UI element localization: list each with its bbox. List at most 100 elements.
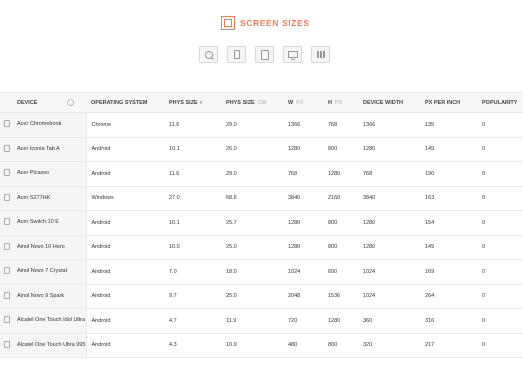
column-header-device-width[interactable]: DEVICE WIDTH	[358, 92, 420, 113]
table-cell: 29.0	[221, 112, 283, 138]
table-cell: 163	[420, 186, 477, 211]
table-row[interactable]: Alcatel One Touch Ultra 995 Android 4.3 10.…	[0, 333, 523, 358]
table-cell: 0	[477, 308, 523, 334]
device-icon	[4, 267, 10, 274]
table-cell: 7.0	[164, 259, 221, 285]
table-cell: 800	[323, 137, 358, 162]
device-name: Alcatel One Touch Idol Ultra	[17, 317, 86, 324]
table-cell: Android	[86, 308, 164, 334]
table-cell: 10.0	[164, 235, 221, 260]
table-cell: Android	[86, 210, 164, 236]
device-cell: Acer Chromebook	[0, 112, 87, 138]
device-cell: Acer S277HK	[0, 186, 87, 211]
table-cell: 9.7	[164, 284, 221, 309]
table-row[interactable]: Ainol Novo 9 Spark Android 9.7 25.0 2048 1536…	[0, 284, 523, 309]
device-cell: Acer Iconia Tab A	[0, 137, 87, 162]
table-cell: 25.0	[221, 235, 283, 260]
table-row[interactable]: Acer S277HK Windows 27.0 68.6 3840 2160 3840 16…	[0, 186, 523, 211]
table-cell: 360	[358, 308, 420, 334]
table-row[interactable]: Acer Picasso Android 11.6 29.0 768 1280 768 190…	[0, 161, 523, 187]
table-cell: 18.0	[221, 259, 283, 285]
table-cell: 154	[420, 210, 477, 236]
table-cell: 480	[283, 333, 323, 358]
table-cell: 190	[420, 161, 477, 187]
table-cell: 768	[283, 161, 323, 187]
table-cell: 11.9	[221, 308, 283, 334]
table-cell: 169	[420, 259, 477, 285]
sort-arrow-icon: ▾	[199, 99, 203, 106]
device-icon	[4, 218, 10, 225]
tablet-filter-button[interactable]	[255, 46, 274, 63]
table-cell: 26.0	[221, 137, 283, 162]
table-cell: 3840	[358, 186, 420, 211]
table-cell: Android	[86, 235, 164, 260]
device-cell: Ainol Novo 9 Spark	[0, 284, 87, 309]
column-header-ppi[interactable]: PX PER INCH	[420, 92, 477, 113]
device-name: Ainol Novo 7 Crystal	[17, 268, 67, 275]
column-header-phys-size-cm[interactable]: PHYS SIZE CM	[221, 92, 283, 113]
column-header-popularity[interactable]: POPULARITY	[477, 92, 523, 113]
table-cell: 4.7	[164, 308, 221, 334]
device-name: Alcatel One Touch Ultra 995	[17, 341, 86, 348]
table-cell: 1280	[358, 137, 420, 162]
device-name: Acer S277HK	[17, 194, 51, 201]
table-row[interactable]: Alcatel One Touch Idol Ultra Android 4.7 11…	[0, 308, 523, 334]
column-header-device[interactable]: DEVICE	[0, 92, 86, 113]
table-cell: 800	[323, 333, 358, 358]
device-cell: Acer Switch 10 E	[0, 210, 87, 236]
table-cell: Chrome	[86, 112, 164, 138]
table-cell: 25.7	[221, 210, 283, 236]
page-header: SCREEN SIZES	[0, 0, 523, 92]
table-cell: 29.0	[221, 161, 283, 187]
table-cell: 0	[477, 161, 523, 187]
table-cell: 1536	[323, 284, 358, 309]
device-cell: Ainol Novo 10 Hero	[0, 235, 87, 260]
table-cell: 25.0	[221, 284, 283, 309]
table-cell: Android	[86, 137, 164, 162]
table-cell: 0	[477, 186, 523, 211]
column-header-height-px[interactable]: H PX	[323, 92, 358, 113]
device-name: Acer Chromebook	[17, 121, 62, 128]
device-icon	[4, 120, 10, 127]
table-cell: 0	[477, 112, 523, 138]
sort-icon[interactable]	[67, 99, 75, 106]
table-cell: 11.6	[164, 112, 221, 138]
device-cell: Alcatel One Touch Ultra 995	[0, 333, 87, 358]
table-row[interactable]: Acer Iconia Tab A Android 10.1 26.0 1280 800 1…	[0, 137, 523, 162]
desktop-filter-button[interactable]	[283, 46, 302, 63]
table-cell: 800	[323, 235, 358, 260]
table-row[interactable]: Acer Switch 10 E Android 10.1 25.7 1280 800 12…	[0, 210, 523, 236]
table-cell: 11.6	[164, 161, 221, 187]
search-filter-button[interactable]	[199, 46, 218, 63]
table-cell: 264	[420, 284, 477, 309]
table-cell: Android	[86, 333, 164, 358]
table-cell: 800	[323, 210, 358, 236]
device-name: Acer Switch 10 E	[17, 219, 59, 226]
device-name: Acer Picasso	[17, 170, 50, 177]
column-header-os[interactable]: OPERATING SYSTEM	[86, 92, 164, 113]
table-cell: 1280	[283, 137, 323, 162]
table-cell: 10.9	[221, 333, 283, 358]
table-cell: 1280	[283, 210, 323, 236]
device-icon	[4, 340, 10, 348]
table-cell: 0	[477, 137, 523, 162]
all-filter-button[interactable]	[311, 46, 330, 63]
table-row[interactable]: Ainol Novo 7 Crystal Android 7.0 18.0 1024 60…	[0, 259, 523, 285]
device-name: Acer Iconia Tab A	[17, 145, 60, 152]
device-filter-bar	[199, 46, 330, 63]
device-name: Ainol Novo 9 Spark	[17, 292, 65, 299]
device-icon	[4, 316, 10, 323]
column-header-width-px[interactable]: W PX	[283, 92, 323, 113]
table-cell: 1280	[358, 210, 420, 236]
phone-filter-button[interactable]	[227, 46, 246, 63]
table-cell: 1280	[358, 235, 420, 260]
column-header-phys-size-in[interactable]: PHYS SIZE ▾	[164, 92, 221, 113]
table-row[interactable]: Ainol Novo 10 Hero Android 10.0 25.0 1280 800…	[0, 235, 523, 260]
table-cell: 1280	[323, 161, 358, 187]
device-cell: Alcatel One Touch Idol Ultra	[0, 308, 87, 334]
device-name: Ainol Novo 10 Hero	[17, 243, 65, 250]
grid-icon	[316, 51, 325, 58]
table-row[interactable]: Acer Chromebook Chrome 11.6 29.0 1366 768 1366…	[0, 112, 523, 138]
phone-icon	[233, 50, 240, 59]
table-cell: 2048	[283, 284, 323, 309]
